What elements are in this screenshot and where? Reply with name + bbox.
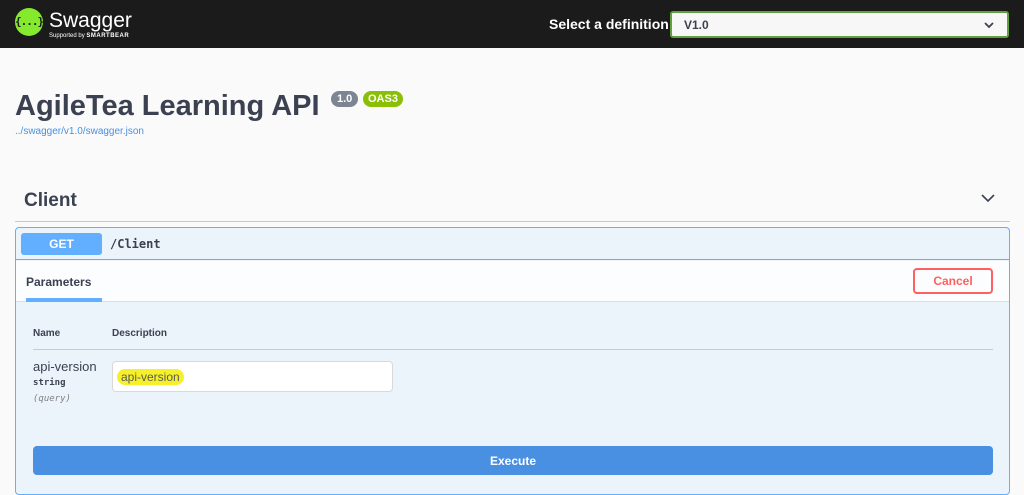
definition-select-value: V1.0 <box>684 18 709 32</box>
api-version-input-value: api-version <box>117 369 184 385</box>
chevron-down-icon <box>983 15 995 38</box>
header-divider <box>33 349 993 350</box>
column-header-description: Description <box>112 328 168 339</box>
method-badge: GET <box>21 233 102 255</box>
tab-active-indicator <box>26 298 102 302</box>
definition-label: Select a definition <box>549 16 669 32</box>
operation-summary[interactable]: GET /Client <box>16 228 1009 260</box>
definition-select[interactable]: V1.0 <box>670 11 1009 38</box>
execute-button[interactable]: Execute <box>33 446 993 475</box>
version-badge: 1.0 <box>331 91 359 107</box>
cancel-button[interactable]: Cancel <box>913 268 993 294</box>
tag-section-client[interactable]: Client <box>15 180 1010 222</box>
parameter-type: string <box>33 378 66 388</box>
api-title: AgileTea Learning API <box>15 90 320 122</box>
operation-get-client: GET /Client Parameters Cancel Name Descr… <box>15 227 1010 495</box>
logo-subtitle: Supported by SMARTBEAR <box>49 33 129 39</box>
logo-glyph: {...} <box>15 15 44 28</box>
logo-title[interactable]: Swagger <box>49 9 132 33</box>
column-header-name: Name <box>33 328 61 339</box>
oas-badge: OAS3 <box>363 91 403 107</box>
logo-subtitle-brand: SMARTBEAR <box>86 33 130 39</box>
swagger-logo-icon[interactable]: {...} <box>15 8 44 36</box>
tag-name: Client <box>24 190 77 211</box>
chevron-down-icon[interactable] <box>978 188 998 208</box>
parameter-name: api-version <box>33 359 97 374</box>
topbar: {...} Swagger Supported by SMARTBEAR Sel… <box>0 0 1024 48</box>
parameters-header: Parameters Cancel <box>16 261 1009 302</box>
api-version-input[interactable]: api-version <box>112 361 393 392</box>
spec-url-link[interactable]: ../swagger/v1.0/swagger.json <box>15 126 144 137</box>
tab-parameters[interactable]: Parameters <box>26 275 91 289</box>
logo-subtitle-prefix: Supported by <box>49 33 85 39</box>
parameter-location: (query) <box>33 394 71 404</box>
operation-path: /Client <box>110 237 161 251</box>
